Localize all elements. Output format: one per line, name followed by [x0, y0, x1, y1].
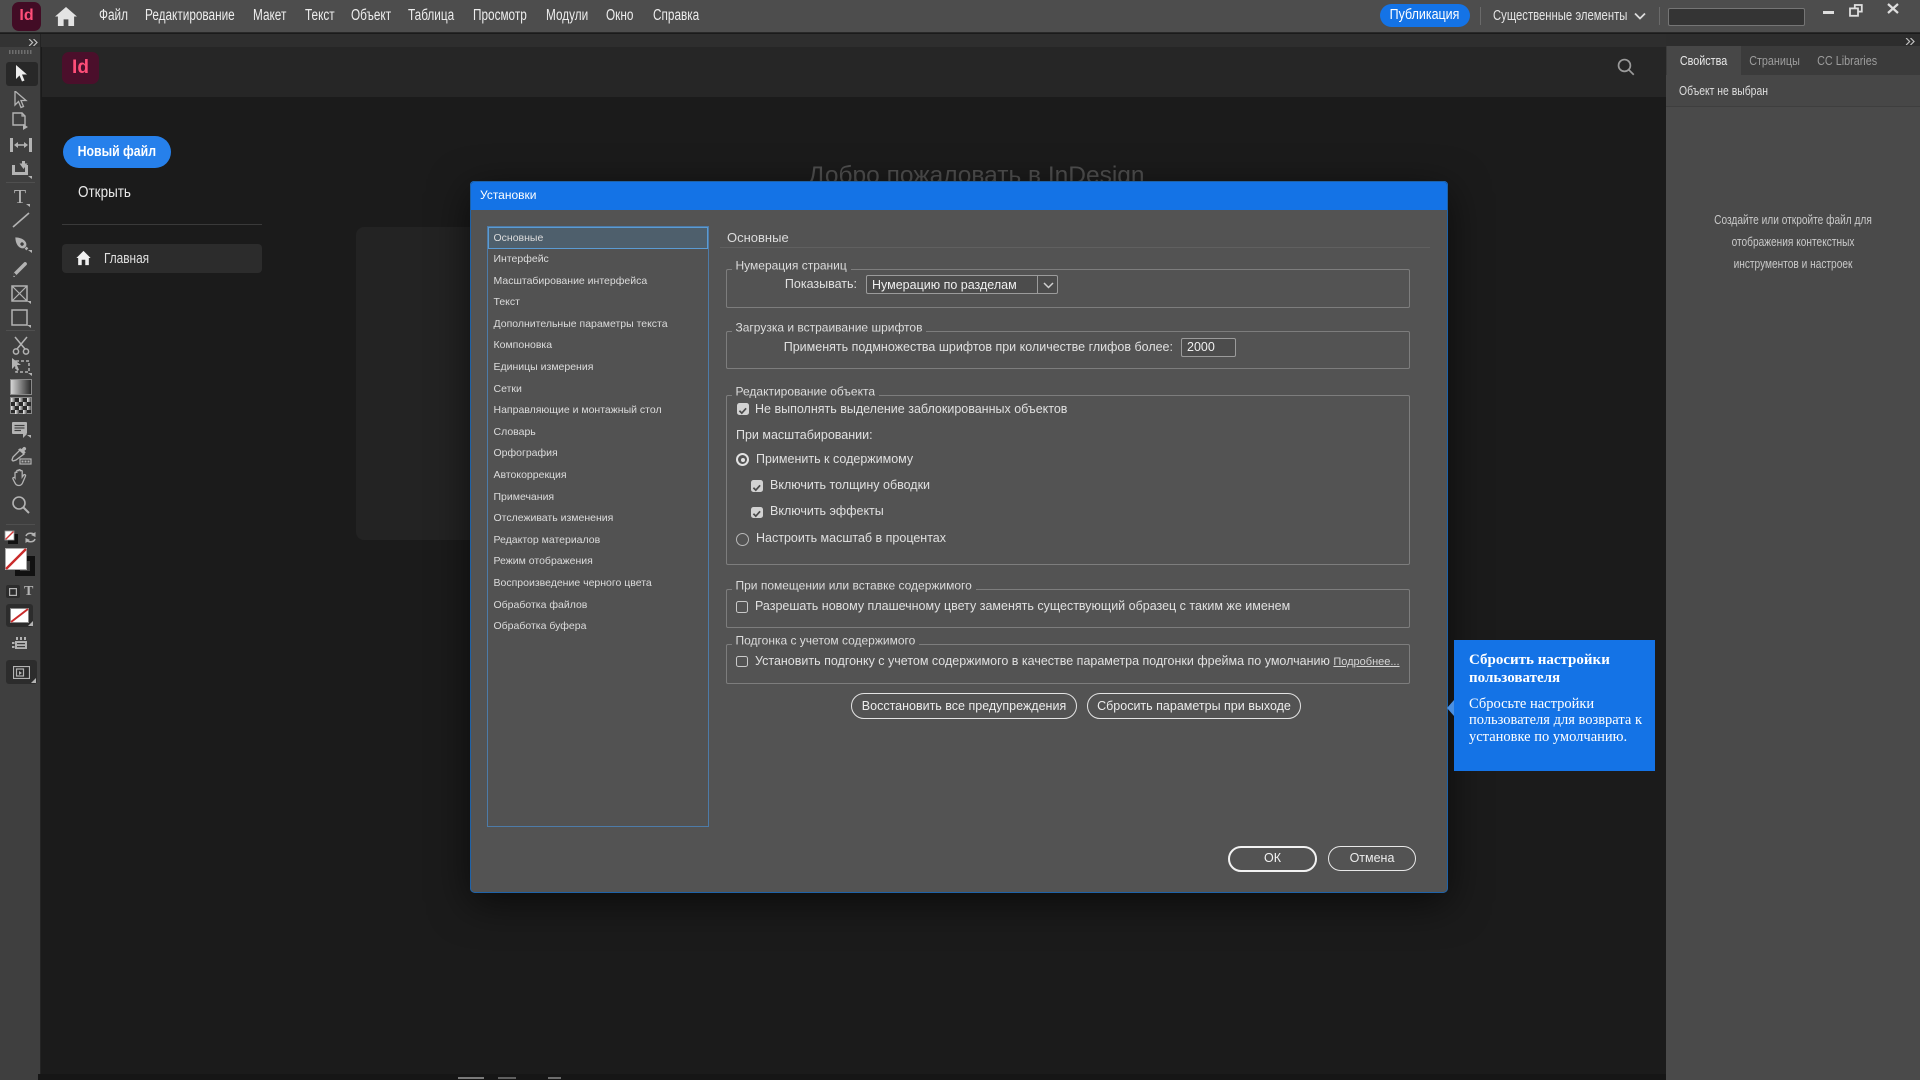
- svg-text:T: T: [14, 187, 26, 207]
